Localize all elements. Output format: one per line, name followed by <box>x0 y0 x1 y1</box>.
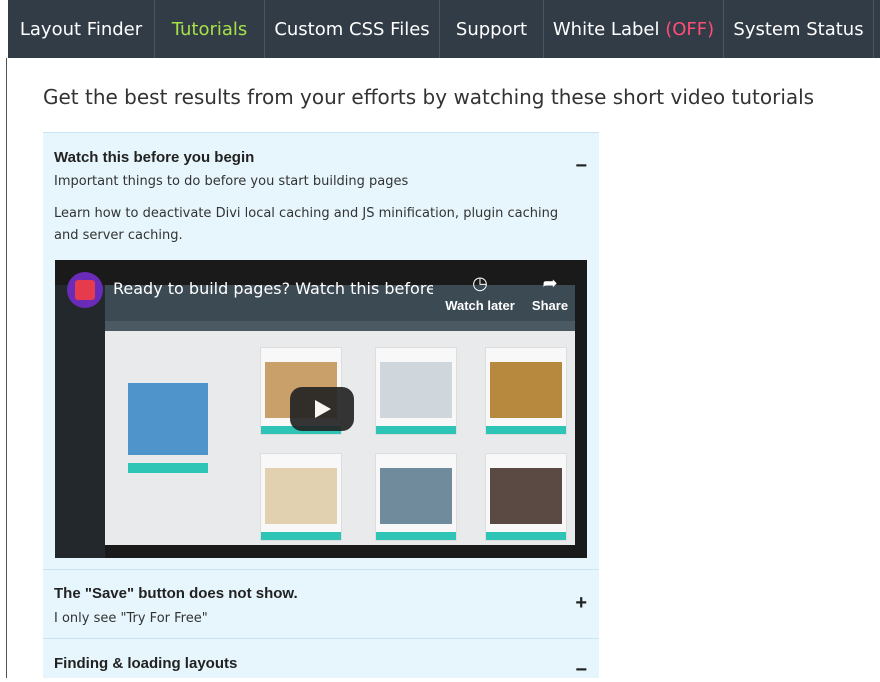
video-player[interactable]: Ready to build pages? Watch this before … <box>55 260 587 558</box>
collapse-icon[interactable]: − <box>575 659 587 682</box>
tab-white-label[interactable]: White Label (OFF) <box>544 0 724 58</box>
video-thumbnail-sidebar <box>55 285 105 558</box>
tab-tutorials[interactable]: Tutorials <box>155 0 265 58</box>
page-border <box>6 58 7 678</box>
share-label: Share <box>531 298 569 313</box>
tab-custom-css-files[interactable]: Custom CSS Files <box>265 0 440 58</box>
tab-label: System Status <box>733 18 864 40</box>
accordion-item-finding-layouts[interactable]: Finding & loading layouts − <box>43 638 599 681</box>
tab-system-status[interactable]: System Status <box>724 0 874 58</box>
accordion-subtitle: Important things to do before you start … <box>54 174 409 189</box>
play-icon <box>315 400 331 418</box>
tab-support[interactable]: Support <box>440 0 544 58</box>
clock-icon: ◷ <box>472 273 488 293</box>
white-label-status: (OFF) <box>665 18 715 40</box>
accordion-title[interactable]: Watch this before you begin <box>54 149 254 166</box>
play-button[interactable] <box>290 387 354 431</box>
tab-label: Support <box>455 18 528 40</box>
accordion-title[interactable]: The "Save" button does not show. <box>54 585 298 602</box>
tab-label: White Label <box>552 18 660 40</box>
accordion-item-before-you-begin: Watch this before you begin Important th… <box>43 132 599 569</box>
accordion-item-save-button[interactable]: The "Save" button does not show. I only … <box>43 569 599 638</box>
tab-label: Layout Finder <box>19 18 143 40</box>
watch-later-button[interactable]: ◷ Watch later <box>440 272 520 313</box>
channel-logo-icon[interactable] <box>67 272 103 308</box>
collapse-icon[interactable]: − <box>575 155 587 178</box>
accordion-subtitle: I only see "Try For Free" <box>54 611 208 626</box>
top-nav: Layout Finder Tutorials Custom CSS Files… <box>8 0 880 58</box>
accordion-description: Learn how to deactivate Divi local cachi… <box>54 206 559 243</box>
page-intro: Get the best results from your efforts b… <box>43 85 815 109</box>
tab-label: Custom CSS Files <box>274 18 430 40</box>
video-title[interactable]: Ready to build pages? Watch this before … <box>113 279 433 298</box>
tab-label: Tutorials <box>171 18 248 40</box>
tab-layout-finder[interactable]: Layout Finder <box>8 0 155 58</box>
expand-icon[interactable]: + <box>575 592 587 615</box>
share-icon: ➦ <box>542 273 558 293</box>
accordion-title[interactable]: Finding & loading layouts <box>54 655 237 672</box>
share-button[interactable]: ➦ Share <box>510 272 587 313</box>
watch-later-label: Watch later <box>445 298 515 313</box>
